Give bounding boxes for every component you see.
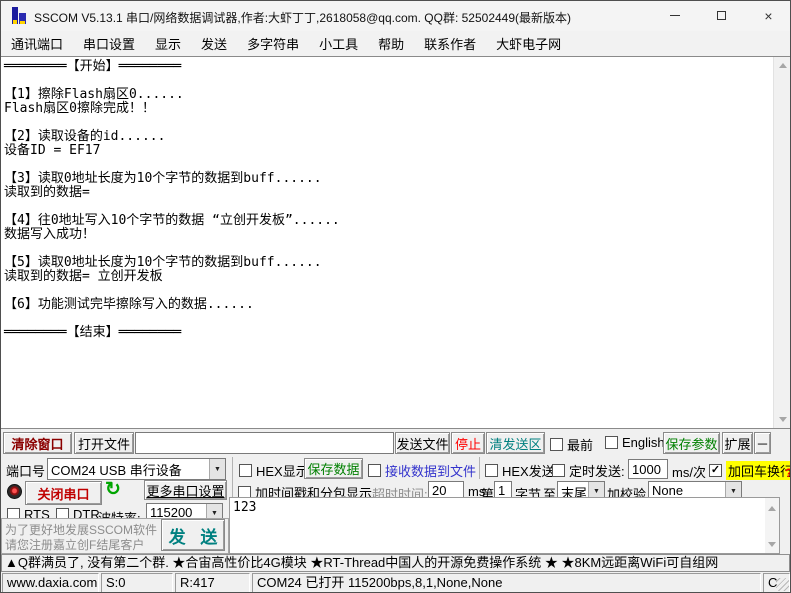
menu-display[interactable]: 显示 (145, 34, 191, 53)
close-button[interactable]: × (745, 1, 791, 30)
save-params-button[interactable]: 保存参数 (663, 432, 720, 454)
app-icon (10, 6, 28, 26)
notice-ticker: ▲Q群满员了, 没有第二个群. ★合宙高性价比4G模块 ★RT-Thread中国… (1, 554, 790, 572)
checkbox-box (485, 464, 498, 477)
send-area-scrollbar[interactable] (765, 498, 779, 553)
com-led-icon (7, 484, 22, 499)
port-label: 端口号 (6, 461, 45, 480)
save-data-button[interactable]: 保存数据 (304, 458, 363, 479)
scroll-down-icon[interactable] (774, 411, 791, 428)
checkbox-box (552, 464, 565, 477)
menu-daxia-website[interactable]: 大虾电子网 (486, 34, 571, 53)
status-port-state: COM24 已打开 115200bps,8,1,None,None (252, 573, 761, 593)
send-button[interactable]: 发 送 (161, 519, 225, 551)
menu-help[interactable]: 帮助 (368, 34, 414, 53)
help-question-icon[interactable]: ? (785, 466, 791, 480)
hex-send-label: HEX发送 (502, 461, 555, 480)
terminal-scrollbar[interactable] (773, 57, 790, 428)
hex-send-checkbox[interactable]: HEX发送 (485, 461, 555, 480)
refresh-ports-icon[interactable]: ↻ (105, 480, 121, 499)
send-file-button[interactable]: 发送文件 (395, 432, 450, 454)
recv-to-file-checkbox[interactable]: 接收数据到文件 (368, 461, 476, 480)
checkbox-box (550, 438, 563, 451)
terminal-output: ════════【开始】════════ 【1】擦除Flash扇区0......… (1, 56, 790, 429)
recv-to-file-label: 接收数据到文件 (385, 461, 476, 480)
checkbox-box (605, 436, 618, 449)
port-select[interactable]: COM24 USB 串行设备 ▼ (47, 458, 226, 480)
status-website[interactable]: www.daxia.com (2, 573, 99, 593)
file-path-input[interactable] (135, 432, 394, 454)
extend-button[interactable]: 扩展 (722, 432, 753, 454)
titlebar: SSCOM V5.13.1 串口/网络数据调试器,作者:大虾丁丁,2618058… (1, 1, 790, 31)
menu-comm-port[interactable]: 通讯端口 (1, 34, 73, 53)
menu-tools[interactable]: 小工具 (309, 34, 368, 53)
checkbox-box (368, 464, 381, 477)
menu-send[interactable]: 发送 (191, 34, 237, 53)
maximize-button[interactable] (698, 1, 745, 30)
scroll-up-icon[interactable] (765, 500, 779, 517)
window-title: SSCOM V5.13.1 串口/网络数据调试器,作者:大虾丁丁,2618058… (34, 9, 571, 26)
more-serial-settings-button[interactable]: 更多串口设置 (144, 480, 227, 500)
terminal-text: ════════【开始】════════ 【1】擦除Flash扇区0......… (4, 60, 340, 340)
english-label: English (622, 435, 665, 450)
menu-contact-author[interactable]: 联系作者 (414, 34, 486, 53)
checkbox-box (239, 464, 252, 477)
interval-input[interactable] (628, 459, 668, 479)
port-select-value: COM24 USB 串行设备 (48, 459, 209, 479)
append-crlf-label: 加回车换行 (726, 461, 791, 480)
menu-multi-string[interactable]: 多字符串 (237, 34, 309, 53)
menubar: 通讯端口 串口设置 显示 发送 多字符串 小工具 帮助 联系作者 大虾电子网 (1, 31, 790, 56)
topmost-checkbox[interactable]: 最前 (550, 435, 593, 454)
english-checkbox[interactable]: English (605, 435, 665, 450)
status-received-count: R:417 (175, 573, 250, 593)
timed-send-checkbox[interactable]: 定时发送: (552, 461, 625, 480)
checkbox-check-icon: ✓ (709, 464, 722, 477)
send-text-value[interactable]: 123 (233, 500, 256, 515)
clear-send-area-button[interactable]: 清发送区 (486, 432, 545, 454)
append-crlf-checkbox[interactable]: ✓ 加回车换行 (709, 461, 791, 480)
chevron-down-icon[interactable]: ▼ (209, 459, 225, 479)
clear-window-button[interactable]: 清除窗口 (3, 432, 72, 454)
menu-serial-settings[interactable]: 串口设置 (73, 34, 145, 53)
sscom-window: SSCOM V5.13.1 串口/网络数据调试器,作者:大虾丁丁,2618058… (0, 0, 791, 593)
hex-display-checkbox[interactable]: HEX显示 (239, 461, 309, 480)
close-port-button[interactable]: 关闭串口 (25, 481, 102, 505)
timed-send-label: 定时发送: (569, 461, 625, 480)
close-icon: × (764, 9, 772, 23)
open-file-button[interactable]: 打开文件 (74, 432, 134, 454)
maximize-icon (717, 11, 726, 20)
minimize-icon (670, 15, 680, 16)
hex-display-label: HEX显示 (256, 461, 309, 480)
divider (479, 457, 480, 479)
scroll-down-icon[interactable] (765, 536, 779, 553)
collapse-panel-button[interactable]: ─ (754, 432, 771, 454)
resize-grip[interactable] (776, 578, 789, 591)
minimize-button[interactable] (651, 1, 698, 30)
stop-button[interactable]: 停止 (451, 432, 485, 454)
send-text-area[interactable]: 123 (229, 497, 780, 554)
promo-line-2: 请您注册嘉立创F结尾客户 (5, 536, 144, 553)
topmost-label: 最前 (567, 435, 593, 454)
interval-unit-label: ms/次 (672, 462, 706, 481)
status-sent-count: S:0 (101, 573, 173, 593)
scroll-up-icon[interactable] (774, 57, 791, 74)
